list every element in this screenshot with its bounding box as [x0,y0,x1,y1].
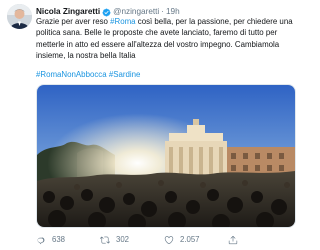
tweet-text: Grazie per aver reso #Roma così bella, p… [36,16,296,62]
hashtag-link-sardine[interactable]: #Sardine [109,70,141,79]
tweet-actions: 638 302 2.057 [36,233,292,247]
reply-button[interactable]: 638 [36,235,100,245]
tweet: Nicola Zingaretti @nzingaretti · 19h Gra… [0,0,300,250]
like-button[interactable]: 2.057 [164,235,228,245]
retweet-button[interactable]: 302 [100,235,164,245]
like-count: 2.057 [180,235,200,244]
heart-icon [164,236,174,245]
share-icon [228,235,238,245]
reply-icon [37,237,45,245]
retweet-icon [100,236,110,244]
tweet-hashtags: #RomaNonAbbocca #Sardine [36,69,140,80]
tweet-text-intro: Grazie per aver reso [36,17,111,26]
tweet-photo[interactable] [36,84,296,228]
hashtag-link-romanonabbocca[interactable]: #RomaNonAbbocca [36,70,107,79]
share-button[interactable] [228,235,292,245]
reply-count: 638 [52,235,66,244]
retweet-count: 302 [116,235,130,244]
hashtag-link-roma[interactable]: #Roma [110,17,135,26]
avatar[interactable] [7,4,32,29]
